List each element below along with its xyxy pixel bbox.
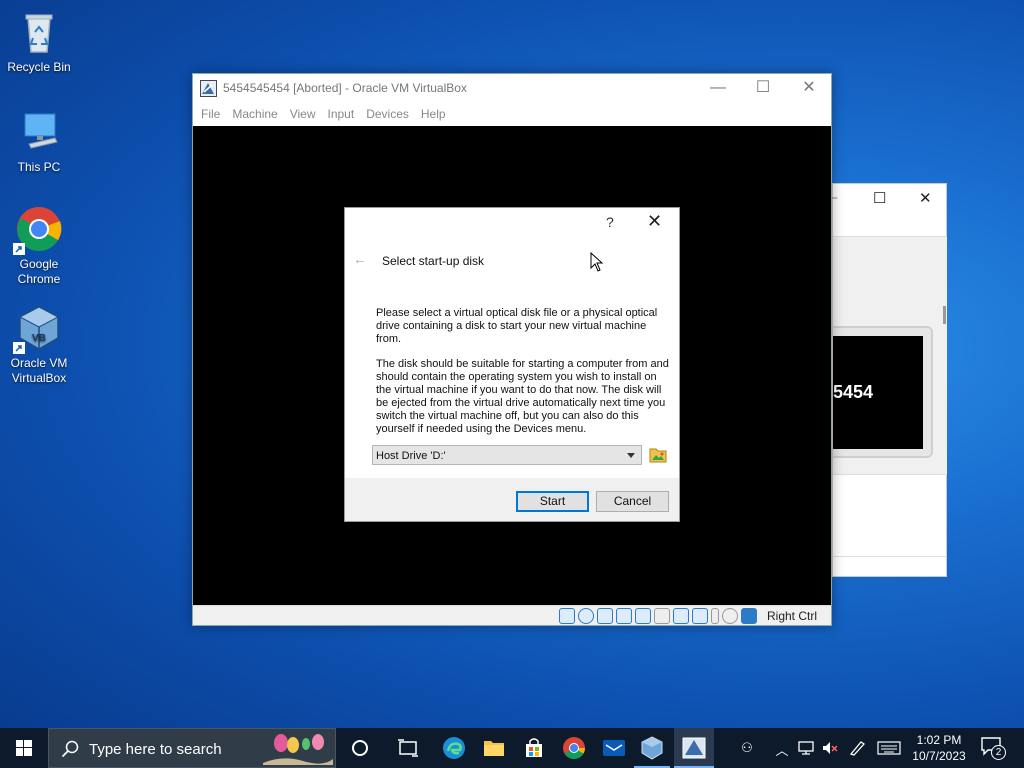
menu-machine[interactable]: Machine xyxy=(232,102,285,126)
virtualbox-icon: VB xyxy=(13,304,63,354)
clock-date: 10/7/2023 xyxy=(912,749,966,763)
manager-scrollbar[interactable] xyxy=(943,306,946,324)
chevron-down-icon xyxy=(627,453,635,458)
cpu-icon[interactable] xyxy=(711,608,719,624)
virtualbox-manager-window[interactable]: – ☐ ✕ 5454 xyxy=(829,183,947,577)
this-pc-icon xyxy=(15,108,63,156)
action-center-button[interactable]: 2 xyxy=(980,736,1010,760)
desktop-icon-this-pc[interactable]: This PC xyxy=(4,108,74,175)
close-button[interactable]: ✕ xyxy=(786,74,832,102)
recycle-bin-icon xyxy=(15,8,63,56)
dialog-content: ? ✕ ← Select start-up disk Please select… xyxy=(345,208,679,478)
manager-close-button[interactable]: ✕ xyxy=(919,189,932,207)
desktop-icon-virtualbox[interactable]: VB Oracle VM VirtualBox xyxy=(4,304,74,386)
maximize-button[interactable]: ☐ xyxy=(740,74,786,102)
drive-select[interactable]: Host Drive 'D:' xyxy=(372,445,642,465)
choose-disk-file-icon[interactable] xyxy=(649,446,667,463)
start-button-windows[interactable] xyxy=(0,728,48,768)
mouse-integration-icon[interactable] xyxy=(722,608,738,624)
menu-devices[interactable]: Devices xyxy=(366,102,417,126)
show-hidden-icons-chevron-icon[interactable]: ︿ xyxy=(773,740,791,758)
cancel-button[interactable]: Cancel xyxy=(596,491,669,512)
search-highlight-balloons-icon xyxy=(263,734,333,765)
pen-workspace-icon[interactable] xyxy=(848,740,866,756)
taskbar: Type here to search ⚇ ︿ 1:02 PM 10/7/202… xyxy=(0,728,1024,768)
taskbar-clock[interactable]: 1:02 PM 10/7/2023 xyxy=(906,732,972,764)
audio-icon[interactable] xyxy=(597,608,613,624)
edge-icon[interactable] xyxy=(442,736,466,760)
network-icon[interactable] xyxy=(616,608,632,624)
cortana-icon[interactable] xyxy=(348,736,372,760)
network-tray-icon[interactable] xyxy=(797,740,815,756)
virtualbox-taskbar-icon[interactable] xyxy=(640,736,664,760)
display-icon[interactable] xyxy=(673,608,689,624)
file-explorer-icon[interactable] xyxy=(482,736,506,760)
hard-disk-icon[interactable] xyxy=(559,608,575,624)
people-icon[interactable]: ⚇ xyxy=(738,740,756,756)
menu-input[interactable]: Input xyxy=(328,102,363,126)
desktop-icon-label: Oracle VM VirtualBox xyxy=(10,356,68,385)
manager-maximize-button[interactable]: ☐ xyxy=(873,189,886,207)
desktop-icon-recycle-bin[interactable]: Recycle Bin xyxy=(4,8,74,75)
vm-preview-screen: 5454 xyxy=(833,336,923,449)
virtualbox-app-icon xyxy=(200,80,217,97)
usb-icon[interactable] xyxy=(635,608,651,624)
startup-disk-dialog: ? ✕ ← Select start-up disk Please select… xyxy=(344,207,680,522)
desktop-icon-label: Google Chrome xyxy=(17,257,61,286)
desktop-icon-label: This PC xyxy=(17,160,61,174)
mouse-pointer-icon xyxy=(590,252,604,272)
manager-titlebar[interactable]: – ☐ ✕ xyxy=(829,184,946,214)
chrome-taskbar-icon[interactable] xyxy=(562,736,586,760)
shared-folders-icon[interactable] xyxy=(654,608,670,624)
recording-icon[interactable] xyxy=(692,608,708,624)
menu-view[interactable]: View xyxy=(290,102,324,126)
dialog-close-button[interactable]: ✕ xyxy=(647,211,662,232)
vm-statusbar: Right Ctrl xyxy=(193,605,831,625)
dialog-description: Please select a virtual optical disk fil… xyxy=(376,307,658,345)
volume-muted-icon[interactable] xyxy=(821,740,839,756)
taskbar-search[interactable]: Type here to search xyxy=(48,728,336,768)
minimize-button[interactable]: — xyxy=(695,74,741,102)
search-placeholder: Type here to search xyxy=(89,741,222,758)
task-view-icon[interactable] xyxy=(396,736,420,760)
microsoft-store-icon[interactable] xyxy=(522,736,546,760)
desktop-icon-chrome[interactable]: Google Chrome xyxy=(4,205,74,287)
clock-time: 1:02 PM xyxy=(916,733,962,747)
shortcut-arrow-icon xyxy=(13,243,25,255)
optical-drive-icon[interactable] xyxy=(578,608,594,624)
shortcut-arrow-icon xyxy=(13,342,25,354)
chrome-icon xyxy=(13,205,63,255)
help-button[interactable]: ? xyxy=(606,214,614,230)
desktop-icon-label: Recycle Bin xyxy=(7,60,71,74)
dialog-title: Select start-up disk xyxy=(382,254,485,268)
drive-select-value: Host Drive 'D:' xyxy=(376,450,446,462)
vm-window-taskbar-icon xyxy=(682,737,706,759)
divider xyxy=(833,474,947,475)
vm-preview: 5454 xyxy=(833,326,933,458)
back-arrow-icon[interactable]: ← xyxy=(353,251,367,267)
keyboard-capture-icon[interactable] xyxy=(741,608,757,624)
windows-logo-icon xyxy=(16,740,32,756)
notification-count-badge: 2 xyxy=(991,745,1006,760)
divider xyxy=(833,556,947,557)
dialog-details: The disk should be suitable for starting… xyxy=(376,358,669,435)
active-vm-taskbar-button[interactable] xyxy=(674,728,714,768)
vm-titlebar[interactable]: 5454545454 [Aborted] - Oracle VM Virtual… xyxy=(193,74,831,102)
vm-menubar: File Machine View Input Devices Help xyxy=(193,102,831,126)
start-button[interactable]: Start xyxy=(516,491,589,512)
host-key-label: Right Ctrl xyxy=(766,609,817,623)
search-icon xyxy=(61,740,79,758)
svg-text:VB: VB xyxy=(32,333,46,344)
vm-window-title: 5454545454 [Aborted] - Oracle VM Virtual… xyxy=(223,81,467,95)
touch-keyboard-icon[interactable] xyxy=(877,740,901,756)
menu-help[interactable]: Help xyxy=(421,102,454,126)
menu-file[interactable]: File xyxy=(201,102,228,126)
mail-app-icon[interactable] xyxy=(602,736,626,760)
